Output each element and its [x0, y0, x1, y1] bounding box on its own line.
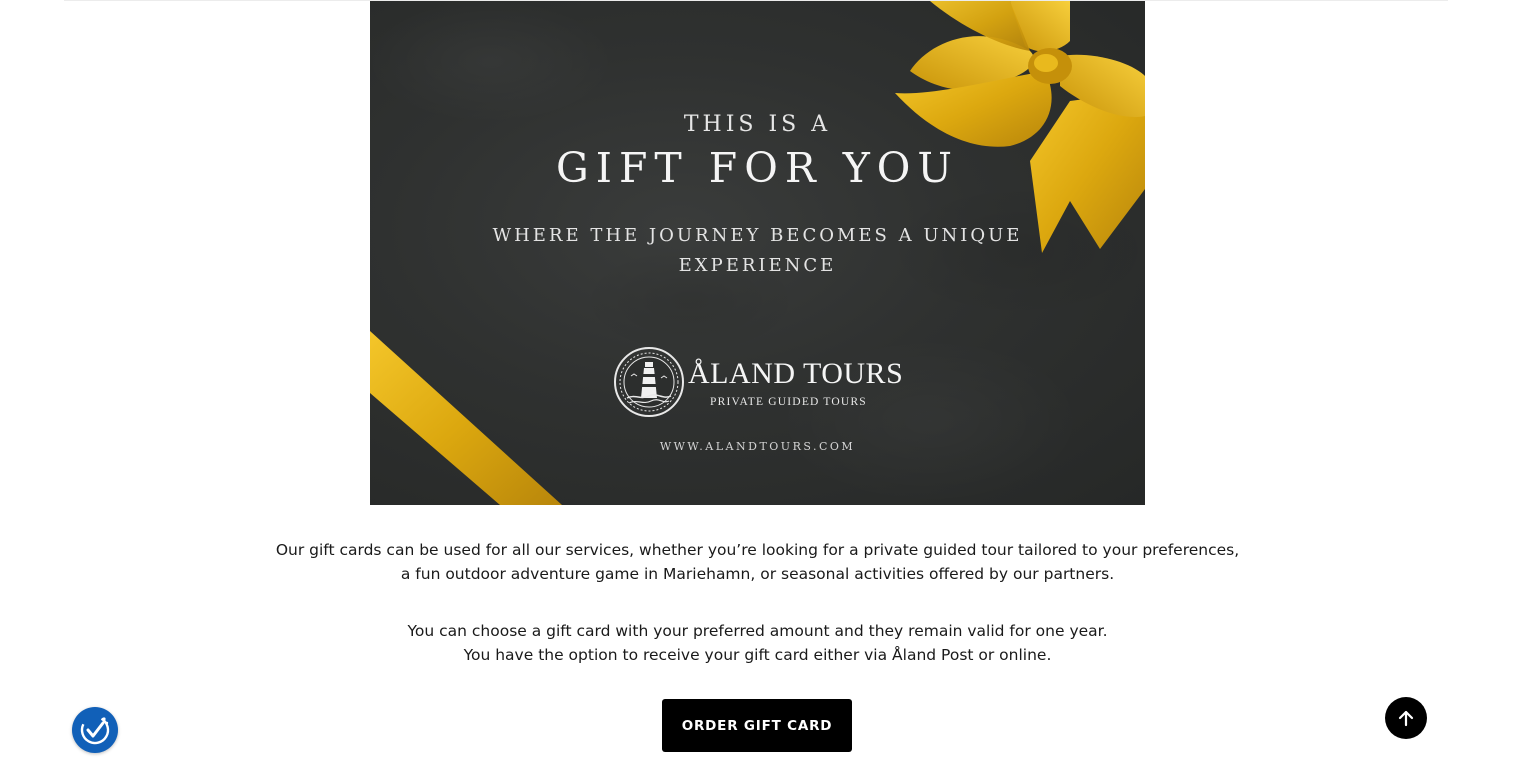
ribbon-band-bottom-left — [370, 331, 562, 505]
description-line: You can choose a gift card with your pre… — [407, 622, 1108, 640]
description-line: Our gift cards can be used for all our s… — [275, 541, 1240, 559]
gift-card-tagline: PRIVATE GUIDED TOURS — [710, 396, 867, 408]
description-line: a fun outdoor adventure game in Marieham… — [400, 565, 1115, 583]
accessibility-check-icon — [80, 715, 110, 745]
description-line: You have the option to receive your gift… — [463, 646, 1052, 664]
gift-card-subtitle: WHERE THE JOURNEY BECOMES A UNIQUE EXPER… — [492, 225, 1023, 276]
back-to-top-button[interactable] — [1385, 697, 1427, 739]
lighthouse-logo-icon — [614, 347, 684, 417]
arrow-up-icon — [1398, 710, 1414, 727]
accessibility-widget-button[interactable] — [72, 707, 118, 753]
page: THIS IS A GIFT FOR YOU WHERE THE JOURNEY… — [0, 0, 1540, 760]
order-gift-card-button[interactable]: ORDER GIFT CARD — [662, 699, 852, 752]
gift-card-pretitle: THIS IS A — [683, 112, 832, 137]
gift-card-banner: THIS IS A GIFT FOR YOU WHERE THE JOURNEY… — [370, 1, 1145, 505]
gift-card-url: WWW.ALANDTOURS.COM — [659, 440, 856, 453]
description-paragraph-1: Our gift cards can be used for all our s… — [220, 538, 1295, 586]
description-paragraph-2: You can choose a gift card with your pre… — [220, 619, 1295, 667]
gift-card-brand: ÅLAND TOURS — [688, 357, 904, 390]
gift-card-title: GIFT FOR YOU — [556, 144, 959, 192]
